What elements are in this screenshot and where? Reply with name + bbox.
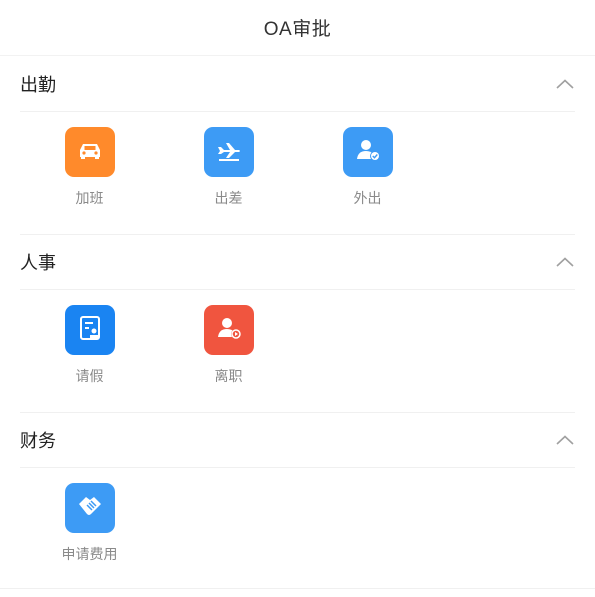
item-expense-request[interactable]: 申请费用 [20, 483, 159, 590]
section-title: 人事 [20, 253, 56, 273]
item-label: 加班 [75, 190, 104, 206]
icon-tile [64, 127, 115, 177]
icon-tile [203, 305, 254, 355]
chevron-up-icon[interactable] [555, 252, 575, 272]
section-personnel-grid: 请假 离职 [20, 290, 575, 412]
user-check-icon [353, 135, 383, 170]
oa-approval-page: OA审批 出勤 加班 出差 外出 人事 请假 离职 财务 申请费用 [0, 0, 595, 597]
item-business-trip[interactable]: 出差 [159, 127, 298, 234]
item-label: 外出 [353, 190, 382, 206]
icon-tile [64, 305, 115, 355]
section-personnel-header[interactable]: 人事 [20, 234, 575, 290]
section-attendance: 出勤 加班 出差 外出 [0, 56, 595, 234]
section-finance-header[interactable]: 财务 [20, 412, 575, 468]
item-go-out[interactable]: 外出 [298, 127, 437, 234]
bottom-divider [0, 588, 595, 589]
leave-form-icon [75, 313, 105, 348]
user-exit-icon [214, 313, 244, 348]
section-finance: 财务 申请费用 [0, 412, 595, 590]
section-personnel: 人事 请假 离职 [0, 234, 595, 412]
section-finance-grid: 申请费用 [20, 468, 575, 590]
chevron-up-icon[interactable] [555, 430, 575, 450]
icon-tile [203, 127, 254, 177]
item-label: 离职 [214, 368, 243, 384]
item-label: 申请费用 [61, 546, 118, 562]
section-attendance-header[interactable]: 出勤 [20, 56, 575, 112]
item-leave[interactable]: 请假 [20, 305, 159, 412]
section-title: 出勤 [20, 74, 56, 95]
section-title: 财务 [20, 431, 56, 451]
item-resignation[interactable]: 离职 [159, 305, 298, 412]
item-label: 出差 [214, 190, 243, 206]
handshake-icon [75, 491, 105, 526]
chevron-up-icon[interactable] [555, 74, 575, 94]
icon-tile [342, 127, 393, 177]
car-icon [75, 135, 105, 170]
item-overtime[interactable]: 加班 [20, 127, 159, 234]
airplane-icon [214, 135, 244, 170]
section-attendance-grid: 加班 出差 外出 [20, 112, 575, 234]
page-title: OA审批 [263, 19, 332, 40]
icon-tile [64, 483, 115, 533]
item-label: 请假 [75, 368, 104, 384]
page-header: OA审批 [0, 0, 595, 56]
